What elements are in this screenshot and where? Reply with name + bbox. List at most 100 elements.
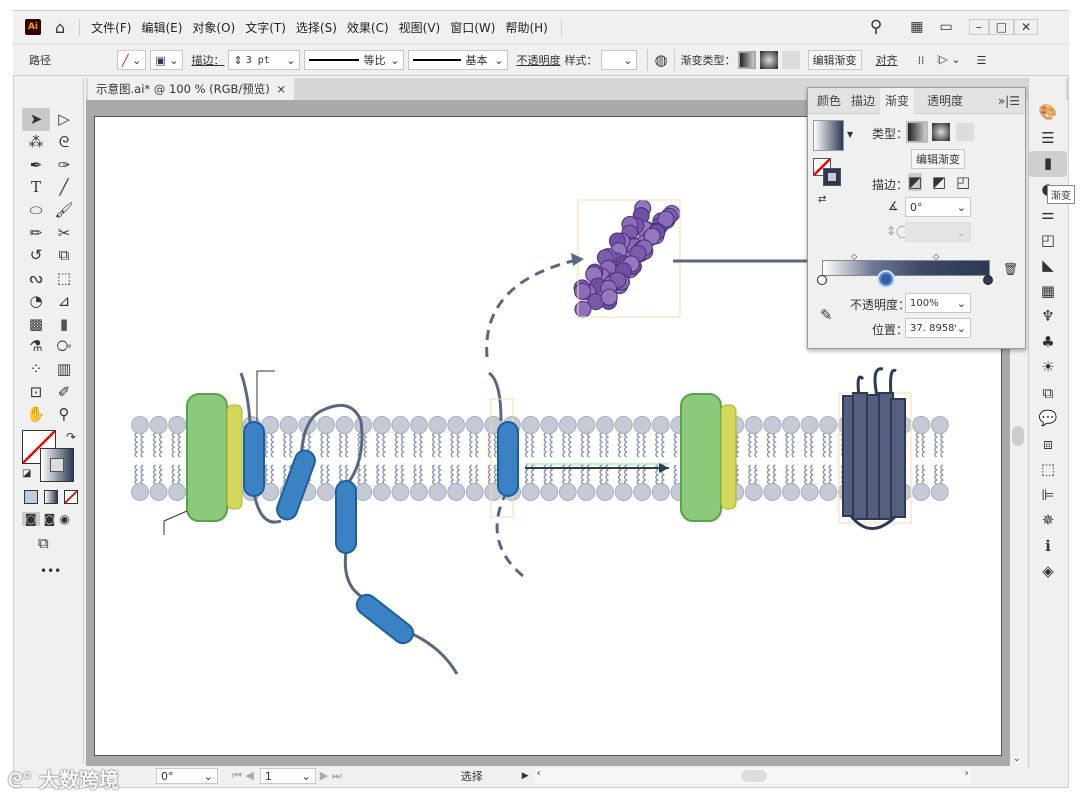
- layers-panel-icon[interactable]: ◈: [1029, 559, 1067, 585]
- pathfinder-panel-icon[interactable]: ⧈: [1029, 432, 1067, 458]
- artboard-field[interactable]: 1 ⌄: [259, 768, 316, 784]
- gradient-preview-swatch[interactable]: [813, 120, 844, 151]
- menu-help[interactable]: 帮助(H): [500, 19, 552, 36]
- recolor-icon[interactable]: ◍: [654, 51, 667, 69]
- stroke-along-button[interactable]: ◩: [932, 173, 946, 191]
- gradient-slider[interactable]: [822, 260, 990, 276]
- expand-panels-icon[interactable]: »|☰: [993, 94, 1025, 108]
- scroll-thumb[interactable]: [1012, 426, 1024, 446]
- gradient-tool-icon[interactable]: ▮: [50, 312, 78, 335]
- type-linear-button[interactable]: [906, 121, 928, 143]
- color-stop-selected[interactable]: [879, 272, 893, 286]
- stroke-label[interactable]: 描边：: [191, 52, 224, 68]
- reverse-gradient-icon[interactable]: ⇄: [818, 194, 826, 205]
- menu-view[interactable]: 视图(V): [394, 19, 446, 36]
- line-tool-icon[interactable]: ╱: [50, 176, 78, 199]
- menu-type[interactable]: 文字(T): [240, 19, 291, 36]
- fill-color-select[interactable]: ╱ ⌄: [117, 50, 147, 70]
- menu-effect[interactable]: 效果(C): [342, 19, 394, 36]
- delete-stop-icon[interactable]: 🗑: [1003, 262, 1018, 276]
- column-graph-tool-icon[interactable]: ▥: [50, 358, 78, 381]
- status-menu-icon[interactable]: ▶: [522, 771, 529, 781]
- lasso-tool-icon[interactable]: ᘓ: [50, 131, 78, 154]
- gradient-menu-icon[interactable]: ▼: [847, 130, 853, 139]
- brush-definition[interactable]: 基本 ⌄: [408, 50, 509, 70]
- mesh-tool-icon[interactable]: ▩: [22, 312, 50, 335]
- horizontal-scrollbar[interactable]: ‹ ›: [534, 768, 971, 784]
- search-icon[interactable]: ⚲: [870, 17, 882, 37]
- swap-fill-stroke-icon[interactable]: ↷: [66, 430, 76, 444]
- menu-window[interactable]: 窗口(W): [445, 19, 500, 36]
- draw-inside-icon[interactable]: ◉: [59, 512, 69, 526]
- eyedropper-tool-icon[interactable]: ⚗: [22, 335, 50, 358]
- align-panel-icon[interactable]: ⊫: [1029, 483, 1067, 509]
- workspace-icon[interactable]: ▭: [940, 19, 953, 35]
- stroke-across-button[interactable]: ◰: [956, 173, 970, 191]
- color-stop-start[interactable]: [817, 275, 827, 285]
- menu-edit[interactable]: 编辑(E): [136, 19, 187, 36]
- direct-selection-tool-icon[interactable]: ▷: [50, 108, 78, 131]
- artboard-tool-icon[interactable]: ⊡: [22, 380, 50, 403]
- close-tab-icon[interactable]: ×: [276, 82, 286, 96]
- screen-mode-icon[interactable]: ⧉: [38, 534, 49, 552]
- style-select[interactable]: ⌄: [601, 50, 638, 70]
- document-tab[interactable]: 示意图.ai* @ 100 % (RGB/预览) ×: [88, 78, 294, 100]
- warp-tool-icon[interactable]: ᔓ: [22, 267, 50, 290]
- draw-behind-icon[interactable]: ◙: [44, 512, 56, 526]
- magic-wand-tool-icon[interactable]: ⁂: [22, 131, 50, 154]
- symbols-panel-icon[interactable]: ♣: [1029, 330, 1067, 356]
- ellipse-tool-icon[interactable]: ⬭: [22, 199, 50, 222]
- tab-gradient[interactable]: 渐变: [880, 87, 915, 114]
- tab-color[interactable]: 颜色: [812, 92, 846, 109]
- angle-field[interactable]: 0° ⌄: [905, 197, 971, 217]
- eyedropper-icon[interactable]: ✎: [820, 306, 833, 324]
- free-transform-tool-icon[interactable]: ⬚: [50, 267, 78, 290]
- pen-tool-icon[interactable]: ✒: [22, 153, 50, 176]
- libraries-panel-icon[interactable]: ◰: [1029, 228, 1067, 254]
- menu-select[interactable]: 选择(S): [291, 19, 342, 36]
- scale-tool-icon[interactable]: ⧉: [50, 244, 78, 267]
- zoom-tool-icon[interactable]: ⚲: [50, 403, 78, 426]
- gradient-mesh-icon[interactable]: ◣: [1029, 253, 1067, 279]
- graphic-styles-icon[interactable]: ⧉: [1029, 381, 1067, 407]
- stroke-within-button[interactable]: ◩: [908, 173, 923, 191]
- navigator-panel-icon[interactable]: ✵: [1029, 508, 1067, 534]
- scroll-thumb[interactable]: [740, 770, 767, 782]
- variable-width-profile[interactable]: 等比 ⌄: [304, 50, 405, 70]
- opacity-link[interactable]: 不透明度: [516, 52, 560, 68]
- stroke-weight-field[interactable]: ⇕ 3 pt ⌄: [228, 50, 301, 70]
- linear-gradient-button[interactable]: [737, 51, 756, 69]
- type-radial-button[interactable]: [932, 123, 950, 141]
- type-tool-icon[interactable]: T: [22, 176, 50, 199]
- comments-panel-icon[interactable]: 💬: [1029, 406, 1067, 432]
- selection-tool-icon[interactable]: ➤: [22, 108, 50, 131]
- color-button[interactable]: [24, 490, 38, 504]
- swatches-panel-icon[interactable]: ▦: [1029, 279, 1067, 305]
- arrange-documents-icon[interactable]: ▦: [910, 19, 923, 35]
- paintbrush-tool-icon[interactable]: 🖌: [50, 199, 78, 222]
- close-button[interactable]: ✕: [1014, 19, 1039, 35]
- opacity-field[interactable]: 100% ⌄: [905, 293, 971, 313]
- pencil-tool-icon[interactable]: ✏: [22, 221, 50, 244]
- brushes-panel-icon[interactable]: ♆: [1029, 304, 1067, 330]
- hand-tool-icon[interactable]: ✋: [22, 403, 50, 426]
- next-artboard-icon[interactable]: ▶ ⏭: [320, 769, 342, 783]
- rotation-field[interactable]: 0° ⌄: [156, 768, 218, 784]
- stroke-swatch[interactable]: [40, 448, 74, 482]
- menu-file[interactable]: 文件(F): [86, 19, 136, 36]
- stroke-gradient-swatch[interactable]: [823, 168, 841, 186]
- perspective-grid-tool-icon[interactable]: ⊿: [50, 290, 78, 313]
- draw-normal-icon[interactable]: ◙: [22, 512, 40, 526]
- curvature-tool-icon[interactable]: ✑: [50, 153, 78, 176]
- tab-transparency[interactable]: 透明度: [922, 92, 968, 109]
- stroke-panel-icon[interactable]: ☰: [1029, 126, 1067, 152]
- gradient-panel-icon[interactable]: ▮: [1029, 151, 1067, 177]
- rotate-tool-icon[interactable]: ↺: [22, 244, 50, 267]
- align-options-icon[interactable]: ⁞⁞: [918, 54, 925, 67]
- blend-tool-icon[interactable]: ⧂: [50, 335, 78, 358]
- symbol-sprayer-tool-icon[interactable]: ⁘: [22, 358, 50, 381]
- align-link[interactable]: 对齐: [876, 52, 898, 68]
- home-icon[interactable]: ⌂: [55, 18, 65, 37]
- tab-stroke[interactable]: 描边: [846, 92, 880, 109]
- transform-icon[interactable]: ⫶▷ ⌄: [937, 53, 961, 67]
